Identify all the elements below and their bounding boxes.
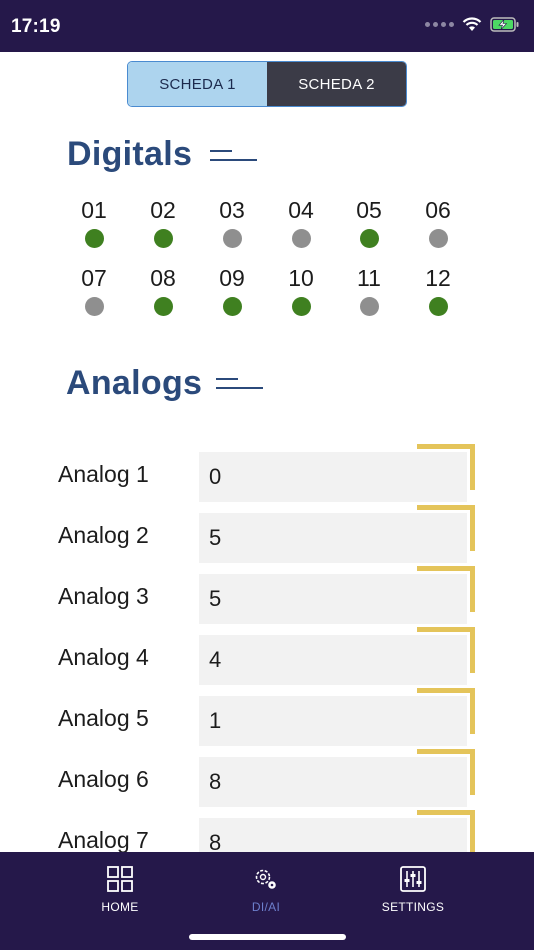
digital-channel: 12	[408, 264, 468, 316]
digital-channel-label: 09	[219, 265, 245, 291]
analog-label: Analog 6	[58, 766, 149, 792]
analog-label: Analog 1	[58, 461, 149, 487]
home-indicator[interactable]	[189, 934, 346, 940]
corner-decoration	[417, 688, 475, 734]
status-led	[291, 229, 311, 248]
board-segmented-control: SCHEDA 1 SCHEDA 2	[127, 61, 407, 107]
corner-decoration	[417, 627, 475, 673]
digital-channel-label: 07	[81, 265, 107, 291]
corner-decoration	[417, 505, 475, 551]
analog-value: 8	[209, 769, 222, 794]
digital-channel-label: 05	[356, 197, 382, 223]
digital-channel: 08	[133, 264, 193, 316]
status-led	[222, 229, 242, 248]
status-led	[84, 297, 104, 316]
digital-channel-label: 10	[288, 265, 314, 291]
analog-label: Analog 4	[58, 644, 149, 670]
analog-row: Analog 4 4	[0, 627, 534, 692]
digital-channel: 04	[271, 196, 331, 248]
status-icons	[425, 17, 520, 32]
tab-home-label: HOME	[101, 900, 139, 914]
wifi-icon	[462, 17, 482, 31]
digital-channel-label: 11	[357, 265, 381, 291]
corner-decoration	[417, 810, 475, 856]
digital-channel: 05	[339, 196, 399, 248]
digital-channel: 06	[408, 196, 468, 248]
tab-di-ai-label: DI/AI	[251, 900, 281, 914]
analog-value: 0	[209, 464, 222, 489]
tab-scheda-1[interactable]: SCHEDA 1	[128, 62, 267, 106]
digital-channel: 02	[133, 196, 193, 248]
analog-value: 1	[209, 708, 222, 733]
digital-channel-label: 02	[150, 197, 176, 223]
analog-row: Analog 6 8	[0, 749, 534, 814]
tab-home[interactable]: HOME	[60, 862, 180, 914]
analog-label: Analog 2	[58, 522, 149, 548]
battery-charging-icon	[490, 17, 519, 32]
digital-channel-label: 01	[81, 197, 107, 223]
status-led	[84, 229, 104, 248]
digital-channel-label: 06	[425, 197, 451, 223]
corner-decoration	[417, 749, 475, 795]
analog-row: Analog 1 0	[0, 444, 534, 509]
digital-channel: 09	[202, 264, 262, 316]
analogs-title: Analogs	[66, 364, 203, 402]
gears-icon	[255, 869, 276, 889]
digital-channel-label: 03	[219, 197, 245, 223]
analog-value: 5	[209, 525, 222, 550]
corner-decoration	[417, 566, 475, 612]
digital-channel: 10	[271, 264, 331, 316]
analog-value: 5	[209, 586, 222, 611]
tab-di-ai[interactable]: DI/AI	[206, 862, 326, 914]
digital-channel-label: 12	[425, 265, 451, 291]
digital-channel: 11	[339, 264, 399, 316]
tab-scheda-2[interactable]: SCHEDA 2	[267, 62, 406, 106]
analog-row: Analog 5 1	[0, 688, 534, 753]
sliders-icon	[400, 866, 426, 892]
grid-icon	[107, 866, 133, 892]
analog-label: Analog 7	[58, 827, 149, 853]
corner-decoration	[417, 444, 475, 490]
status-led	[428, 229, 448, 248]
status-time: 17:19	[11, 16, 61, 37]
analog-row: Analog 3 5	[0, 566, 534, 631]
digital-channel-label: 08	[150, 265, 176, 291]
digital-channel: 07	[64, 264, 124, 316]
analog-label: Analog 3	[58, 583, 149, 609]
cellular-signal-icon	[425, 22, 454, 27]
status-led	[359, 229, 379, 248]
status-led	[291, 297, 311, 316]
status-led	[153, 297, 173, 316]
status-led	[359, 297, 379, 316]
analog-row: Analog 2 5	[0, 505, 534, 570]
digital-channel: 01	[64, 196, 124, 248]
status-led	[428, 297, 448, 316]
digitals-title: Digitals	[67, 135, 193, 173]
digital-channel-label: 04	[288, 197, 314, 223]
digital-channel: 03	[202, 196, 262, 248]
status-led	[153, 229, 173, 248]
tab-settings-label: SETTINGS	[381, 900, 445, 914]
analog-value: 4	[209, 647, 222, 672]
status-bar: 17:19	[0, 0, 534, 52]
analog-label: Analog 5	[58, 705, 149, 731]
tab-settings[interactable]: SETTINGS	[353, 862, 473, 914]
status-led	[222, 297, 242, 316]
